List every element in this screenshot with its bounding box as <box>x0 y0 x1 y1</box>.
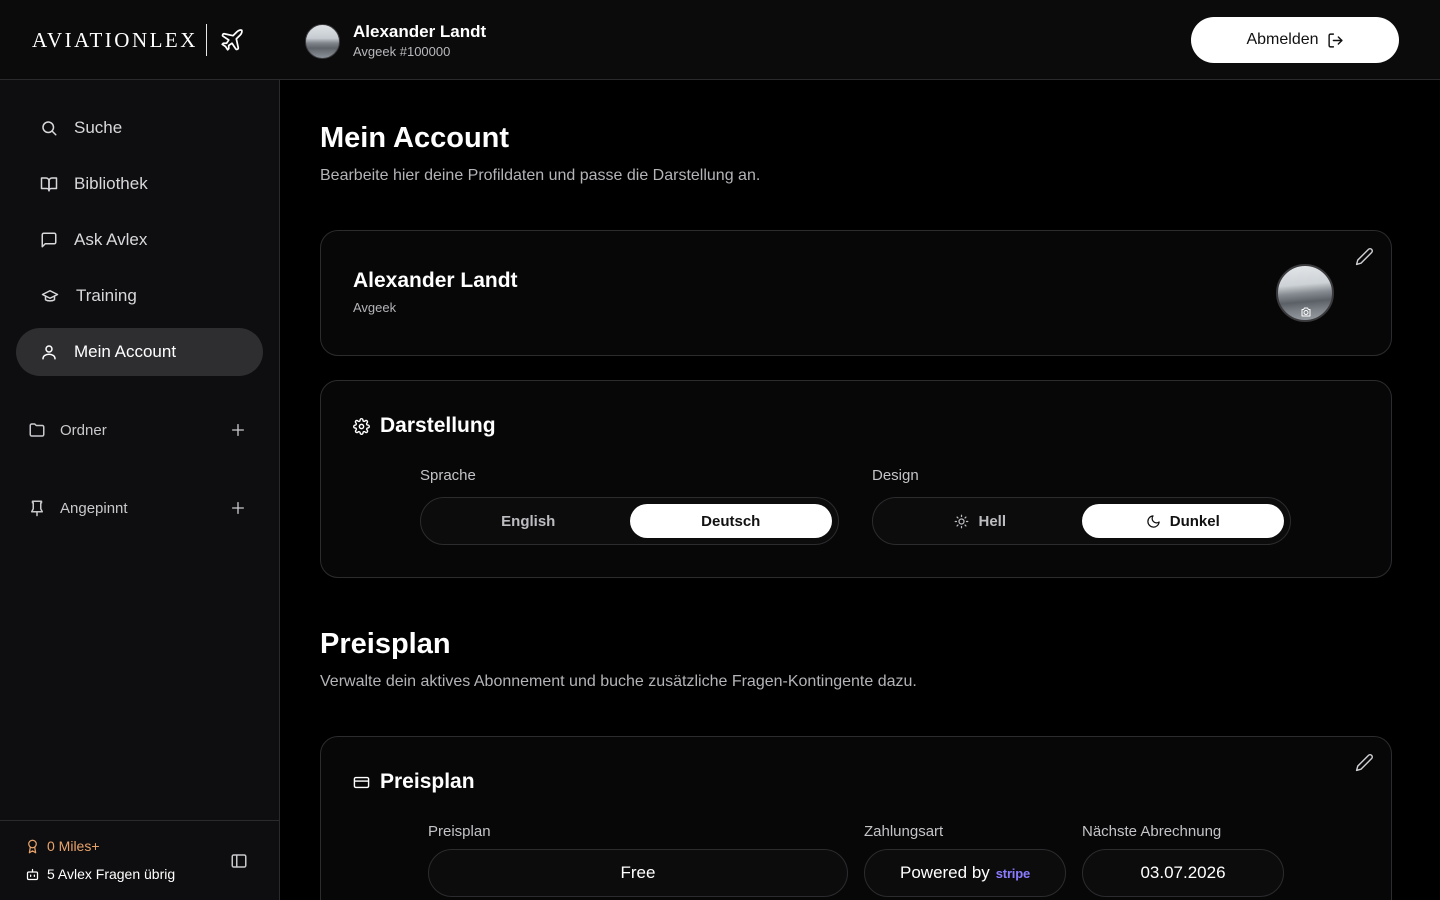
gear-icon <box>353 417 370 435</box>
moon-icon <box>1146 514 1161 529</box>
user-icon <box>40 343 58 361</box>
current-user[interactable]: Alexander Landt Avgeek #100000 <box>305 22 486 61</box>
sun-icon <box>954 514 969 529</box>
sidebar-item-mein-account[interactable]: Mein Account <box>16 328 263 376</box>
section-label: Ordner <box>60 421 107 439</box>
user-id: Avgeek #100000 <box>353 44 451 59</box>
sidebar-section-ordner[interactable]: Ordner <box>28 418 248 442</box>
questions-remaining[interactable]: 5 Avlex Fragen übrig <box>25 866 175 882</box>
language-option-deutsch[interactable]: Deutsch <box>629 504 832 538</box>
sidebar-item-label: Suche <box>74 118 123 137</box>
plan-label: Preisplan <box>428 823 491 840</box>
language-toggle: English Deutsch <box>420 497 839 545</box>
sidebar-toggle-button[interactable] <box>230 852 250 872</box>
profile-avatar[interactable] <box>1276 264 1334 322</box>
pricing-card-title-row: Preisplan <box>353 770 475 794</box>
add-folder-button[interactable] <box>228 420 248 440</box>
payment-text: Powered by <box>900 863 990 882</box>
logout-label: Abmelden <box>1246 31 1319 48</box>
main-content: Mein Account Bearbeite hier deine Profil… <box>280 80 1440 900</box>
app-logo[interactable]: AVIATIONLEX <box>32 24 245 56</box>
design-toggle: Hell Dunkel <box>872 497 1291 545</box>
language-option-english[interactable]: English <box>427 504 630 538</box>
edit-plan-button[interactable] <box>1355 753 1375 773</box>
sidebar-item-suche[interactable]: Suche <box>16 104 263 152</box>
pin-icon <box>28 499 46 517</box>
logout-button[interactable]: Abmelden <box>1191 17 1399 63</box>
pricing-title: Preisplan <box>320 628 451 660</box>
payment-label: Zahlungsart <box>864 823 944 840</box>
pricing-card-title: Preisplan <box>380 770 475 793</box>
sidebar-item-ask-avlex[interactable]: Ask Avlex <box>16 216 263 264</box>
profile-name: Alexander Landt <box>353 269 518 292</box>
profile-card: Alexander Landt Avgeek <box>320 230 1392 356</box>
questions-text: 5 Avlex Fragen übrig <box>47 866 176 882</box>
sidebar-item-label: Training <box>76 286 137 305</box>
sidebar: Suche Bibliothek Ask Avlex Training Mein… <box>0 80 280 900</box>
sidebar-section-angepinnt[interactable]: Angepinnt <box>28 496 248 520</box>
design-option-label: Dunkel <box>1169 512 1220 530</box>
payment-method[interactable]: Powered by stripe <box>864 849 1066 897</box>
sidebar-item-label: Bibliothek <box>74 174 148 193</box>
sidebar-item-bibliothek[interactable]: Bibliothek <box>16 160 263 208</box>
award-icon <box>25 839 40 854</box>
miles-counter[interactable]: 0 Miles+ <box>25 838 100 854</box>
appearance-card: Darstellung Sprache English Deutsch Desi… <box>320 380 1392 578</box>
design-option-label: Hell <box>978 512 1006 530</box>
next-billing-label: Nächste Abrechnung <box>1082 823 1222 840</box>
add-pin-button[interactable] <box>228 498 248 518</box>
pricing-subtitle: Verwalte dein aktives Abonnement und buc… <box>320 673 917 690</box>
appearance-title: Darstellung <box>380 414 496 437</box>
folder-icon <box>28 421 46 439</box>
user-name: Alexander Landt <box>353 22 487 41</box>
sidebar-item-label: Mein Account <box>74 342 177 361</box>
page-title: Mein Account <box>320 122 510 154</box>
logo-text: AVIATIONLEX <box>32 27 198 52</box>
sidebar-item-training[interactable]: Training <box>16 272 263 320</box>
page-subtitle: Bearbeite hier deine Profildaten und pas… <box>320 167 761 184</box>
chat-icon <box>40 231 58 249</box>
airplane-icon <box>219 27 245 53</box>
appearance-title-row: Darstellung <box>353 414 496 438</box>
pencil-icon <box>1355 753 1375 772</box>
robot-icon <box>25 867 40 882</box>
language-label: Sprache <box>420 467 476 484</box>
stripe-logo: stripe <box>995 865 1030 881</box>
credit-card-icon <box>353 774 370 791</box>
camera-icon <box>1300 306 1312 318</box>
pencil-icon <box>1355 247 1375 266</box>
design-option-hell[interactable]: Hell <box>879 504 1082 538</box>
book-icon <box>40 175 58 193</box>
edit-profile-button[interactable] <box>1355 247 1375 267</box>
design-option-dunkel[interactable]: Dunkel <box>1081 504 1284 538</box>
section-label: Angepinnt <box>60 499 128 517</box>
avatar <box>305 24 340 59</box>
plan-value: Free <box>428 849 848 897</box>
pricing-card: Preisplan Preisplan Free Zahlungsart Pow… <box>320 736 1392 900</box>
sidebar-footer: 0 Miles+ 5 Avlex Fragen übrig <box>0 820 279 900</box>
sidebar-item-label: Ask Avlex <box>74 230 148 249</box>
plan-value-text: Free <box>620 863 656 882</box>
miles-text: 0 Miles+ <box>47 838 100 854</box>
profile-role: Avgeek <box>353 300 397 315</box>
graduation-cap-icon <box>40 287 60 305</box>
top-bar: AVIATIONLEX Alexander Landt Avgeek #1000… <box>0 0 1440 80</box>
search-icon <box>40 119 58 137</box>
next-billing-date: 03.07.2026 <box>1140 863 1226 882</box>
next-billing-value: 03.07.2026 <box>1082 849 1284 897</box>
design-label: Design <box>872 467 919 484</box>
logo-divider <box>205 24 207 56</box>
logout-icon <box>1327 32 1344 49</box>
